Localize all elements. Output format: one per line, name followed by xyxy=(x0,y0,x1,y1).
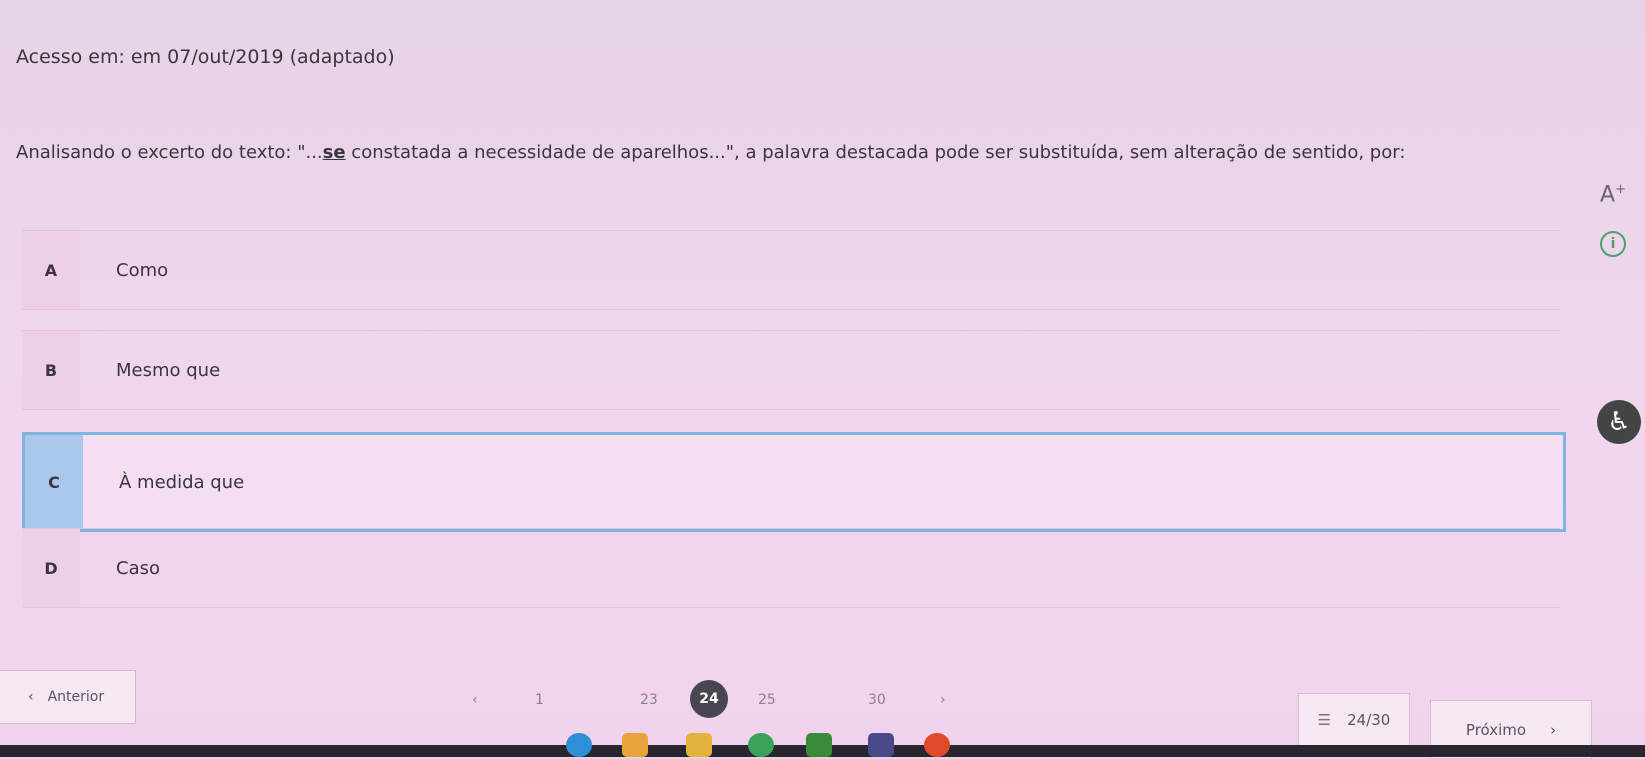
option-c[interactable]: C À medida que xyxy=(22,432,1566,532)
option-d[interactable]: D Caso xyxy=(22,528,1560,608)
previous-button[interactable]: ‹ Anterior xyxy=(0,670,136,724)
question-counter-button[interactable]: ☰ 24/30 xyxy=(1298,693,1410,747)
counter-text: 24/30 xyxy=(1347,711,1391,729)
option-b[interactable]: B Mesmo que xyxy=(22,330,1560,410)
photos-icon[interactable] xyxy=(622,733,648,757)
brave-icon[interactable] xyxy=(924,733,950,757)
source-line: Acesso em: em 07/out/2019 (adaptado) xyxy=(16,46,395,68)
pager-next-icon[interactable]: › xyxy=(940,692,946,708)
option-letter: C xyxy=(25,435,83,529)
folder-icon[interactable] xyxy=(686,733,712,757)
next-label: Próximo xyxy=(1465,720,1527,739)
option-letter: B xyxy=(22,331,80,409)
option-text: À medida que xyxy=(119,471,245,493)
minecraft-icon[interactable] xyxy=(806,733,832,757)
page-link[interactable]: 1 xyxy=(535,692,544,708)
option-letter: A xyxy=(22,231,80,309)
edge-icon[interactable] xyxy=(566,733,592,757)
font-size-label: A xyxy=(1600,182,1616,208)
accessibility-icon[interactable]: ♿ xyxy=(1597,400,1641,444)
list-icon: ☰ xyxy=(1317,711,1332,729)
option-letter: D xyxy=(22,529,80,607)
page-link[interactable]: 25 xyxy=(758,692,776,708)
app-icon[interactable] xyxy=(868,733,894,757)
question-part-after: constatada a necessidade de aparelhos...… xyxy=(345,142,1406,163)
question-text: Analisando o excerto do texto: "...se co… xyxy=(16,142,1405,163)
info-icon[interactable]: i xyxy=(1600,231,1626,257)
option-text: Como xyxy=(116,259,169,281)
question-highlight: se xyxy=(322,142,346,163)
chevron-right-icon: › xyxy=(1550,720,1557,739)
chevron-left-icon: ‹ xyxy=(28,689,34,705)
page-link[interactable]: 23 xyxy=(640,692,658,708)
option-text: Mesmo que xyxy=(116,359,221,381)
current-page[interactable]: 24 xyxy=(690,680,728,718)
font-size-plus: + xyxy=(1615,182,1626,197)
chrome-icon[interactable] xyxy=(748,733,774,757)
option-a[interactable]: A Como xyxy=(22,230,1560,310)
pager-prev-icon[interactable]: ‹ xyxy=(472,692,478,708)
page-link[interactable]: 30 xyxy=(868,692,886,708)
option-text: Caso xyxy=(116,557,160,579)
font-size-increase-button[interactable]: A+ xyxy=(1600,182,1626,207)
question-part-before: Analisando o excerto do texto: "... xyxy=(16,142,323,163)
previous-label: Anterior xyxy=(47,689,105,705)
